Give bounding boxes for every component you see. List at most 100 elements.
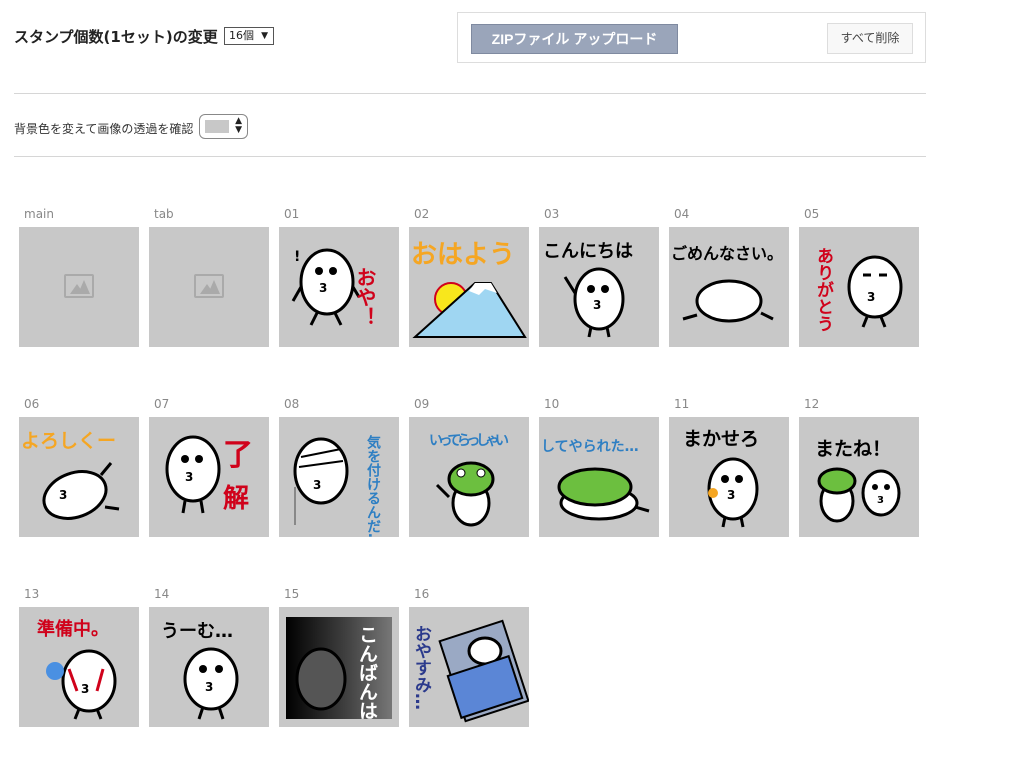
stamp-label: 04	[674, 207, 690, 221]
stamp-slot-09[interactable]: 09 いってらっしゃい	[409, 397, 529, 537]
stamp-caption: 気を付けるんだ…	[365, 434, 381, 537]
characters-illustration: またね！ 3	[815, 438, 901, 523]
svg-text:3: 3	[867, 290, 875, 304]
stamp-slot-11[interactable]: 11 まかせろ 3	[669, 397, 789, 537]
stamp-slot-14[interactable]: 14 うーむ… 3	[149, 587, 269, 727]
divider	[14, 93, 926, 94]
svg-text:3: 3	[185, 470, 193, 484]
stamp-image[interactable]: おやすみ…	[409, 607, 529, 727]
svg-text:3: 3	[319, 281, 327, 295]
mountain-illustration: おはよう	[411, 240, 527, 338]
stamp-image[interactable]: うーむ… 3	[149, 607, 269, 727]
stamp-image-placeholder[interactable]	[19, 227, 139, 347]
svg-text:3: 3	[313, 478, 321, 492]
character-illustration: ごめんなさい。	[671, 244, 783, 323]
stamp-image[interactable]: 準備中。 3	[19, 607, 139, 727]
dropdown-arrow-icon: ▼	[261, 31, 268, 41]
stamp-slot-02[interactable]: 02 おはよう	[409, 207, 529, 347]
stamp-label: 15	[284, 587, 300, 601]
character-illustration: まかせろ 3	[683, 428, 759, 528]
stamp-count-value: 16個	[229, 29, 254, 42]
stamp-caption: こんばんは	[356, 625, 378, 720]
character-illustration: 3 気を付けるんだ…	[293, 434, 381, 537]
stamp-caption: おはよう	[411, 240, 515, 270]
stamp-label: 09	[414, 397, 430, 411]
stamp-image-placeholder[interactable]	[149, 227, 269, 347]
stamp-label: 10	[544, 397, 560, 411]
svg-text:!: !	[294, 249, 300, 265]
stamp-image[interactable]: まかせろ 3	[669, 417, 789, 537]
stamp-image[interactable]: 3 了解 了 解	[149, 417, 269, 537]
image-placeholder-icon	[64, 274, 94, 298]
stamp-slot-06[interactable]: 06 よろしくー 3	[19, 397, 139, 537]
stamp-slot-tab[interactable]: tab	[149, 207, 269, 347]
stamp-caption: おやすみ…	[411, 625, 432, 710]
svg-text:3: 3	[727, 488, 735, 502]
stamp-slot-main[interactable]: main	[19, 207, 139, 347]
color-swatch	[205, 120, 229, 133]
stamp-slot-16[interactable]: 16 おやすみ…	[409, 587, 529, 727]
stamp-image[interactable]: いってらっしゃい	[409, 417, 529, 537]
delete-all-button[interactable]: すべて削除	[827, 23, 913, 54]
stamp-slot-07[interactable]: 07 3 了解 了 解	[149, 397, 269, 537]
stamp-image[interactable]: こんばんは	[279, 607, 399, 727]
svg-text:解: 解	[223, 484, 249, 514]
background-color-select[interactable]: ▲ ▼	[199, 114, 248, 139]
stamp-image[interactable]: こんにちは 3	[539, 227, 659, 347]
stamp-label: 13	[24, 587, 40, 601]
stamp-slot-03[interactable]: 03 こんにちは 3	[539, 207, 659, 347]
stamp-label: 02	[414, 207, 430, 221]
updown-arrows-icon: ▲ ▼	[235, 116, 242, 135]
character-illustration: 3 了解 了 解	[165, 435, 253, 514]
stamp-slot-10[interactable]: 10 してやられた…	[539, 397, 659, 537]
stamp-label: 14	[154, 587, 170, 601]
character-illustration: してやられた…	[541, 439, 650, 521]
stamp-caption: ごめんなさい。	[671, 244, 783, 263]
svg-text:3: 3	[81, 682, 89, 696]
character-illustration: よろしくー 3	[21, 430, 120, 520]
stamp-slot-13[interactable]: 13 準備中。 3	[19, 587, 139, 727]
stamp-slot-01[interactable]: 01 ! 3 おや！	[279, 207, 399, 347]
stamp-slot-12[interactable]: 12 またね！ 3	[799, 397, 919, 537]
stamp-label: main	[24, 207, 54, 221]
stamp-image[interactable]: またね！ 3	[799, 417, 919, 537]
image-placeholder-icon	[194, 274, 224, 298]
divider	[14, 156, 926, 157]
stamp-image[interactable]: おはよう	[409, 227, 529, 347]
character-illustration: うーむ… 3	[161, 621, 239, 720]
stamp-count-select[interactable]: 16個 ▼	[224, 27, 274, 45]
character-illustration: ! 3 おや！	[291, 248, 377, 327]
stamp-caption: うーむ…	[161, 621, 233, 642]
stamp-label: 01	[284, 207, 300, 221]
stamp-caption: よろしくー	[21, 430, 116, 452]
stamp-image[interactable]: ごめんなさい。	[669, 227, 789, 347]
frog-illustration: いってらっしゃい	[429, 433, 509, 527]
stamp-slot-04[interactable]: 04 ごめんなさい。	[669, 207, 789, 347]
top-bar: スタンプ個数(1セット)の変更 16個 ▼ ZIPファイル アップロード すべて…	[0, 0, 1024, 80]
character-illustration: ありがとう 3	[813, 247, 903, 332]
stamp-slot-05[interactable]: 05 ありがとう 3	[799, 207, 919, 347]
sleeping-illustration: おやすみ…	[411, 619, 529, 723]
stamp-image[interactable]: ありがとう 3	[799, 227, 919, 347]
svg-text:3: 3	[877, 495, 884, 506]
stamp-label: tab	[154, 207, 174, 221]
stamp-image[interactable]: よろしくー 3	[19, 417, 139, 537]
stamp-caption: またね！	[815, 438, 891, 460]
stamp-caption: おや！	[353, 267, 377, 327]
stamp-caption: ありがとう	[813, 247, 834, 332]
background-color-label: 背景色を変えて画像の透過を確認	[14, 122, 194, 136]
stamp-image[interactable]: 3 気を付けるんだ…	[279, 417, 399, 537]
zip-upload-button[interactable]: ZIPファイル アップロード	[471, 24, 678, 54]
stamp-image[interactable]: してやられた…	[539, 417, 659, 537]
stamp-caption: 準備中。	[37, 618, 109, 640]
svg-text:了: 了	[223, 438, 253, 473]
stamp-label: 07	[154, 397, 170, 411]
stamp-label: 16	[414, 587, 430, 601]
stamp-label: 05	[804, 207, 820, 221]
stamp-slot-08[interactable]: 08 3 気を付けるんだ…	[279, 397, 399, 537]
svg-text:3: 3	[205, 680, 213, 694]
character-illustration: こんにちは 3	[543, 241, 633, 338]
stamp-slot-15[interactable]: 15 こんばんは	[279, 587, 399, 727]
character-illustration: 準備中。 3	[37, 618, 117, 720]
stamp-image[interactable]: ! 3 おや！	[279, 227, 399, 347]
